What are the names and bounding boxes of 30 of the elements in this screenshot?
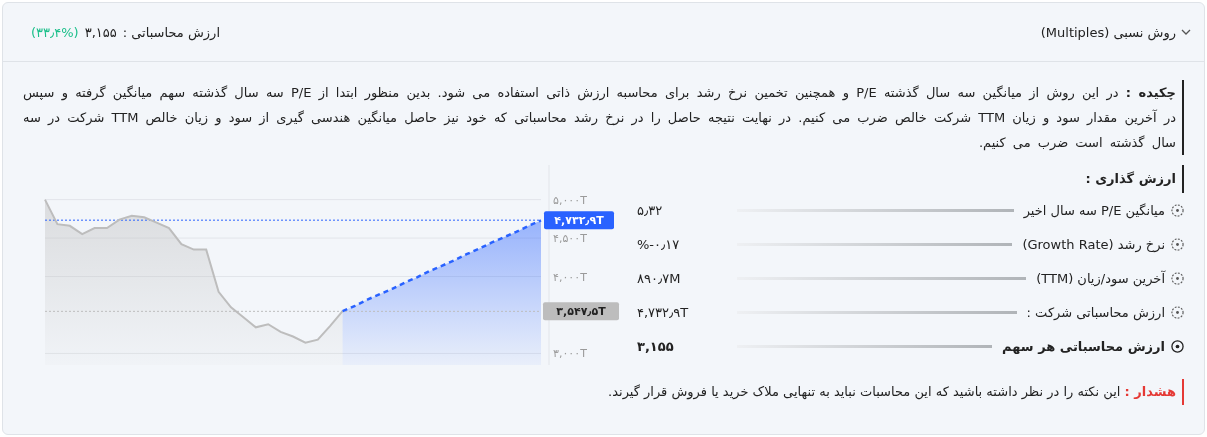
dotted-circle-icon xyxy=(1171,203,1184,217)
row-label: نرخ رشد (Growth Rate) xyxy=(1022,236,1165,252)
row-value: ۳,۱۵۵ xyxy=(637,338,675,354)
row-label: میانگین P/E سه سال اخیر xyxy=(1023,202,1165,218)
row-value: ۸۹۰٫۷M xyxy=(637,270,682,286)
dotted-circle-icon xyxy=(1171,237,1184,251)
axis-label: ۳,۰۰۰T xyxy=(553,347,587,361)
dotted-circle-icon xyxy=(1171,271,1184,285)
axis-label: ۴,۰۰۰T xyxy=(553,270,587,284)
row-value: ۴,۷۳۲٫۹T xyxy=(637,304,690,320)
section-toggle[interactable]: روش نسبی (Multiples) xyxy=(1040,24,1192,40)
target-icon xyxy=(1171,339,1184,353)
row-label: ارزش محاسباتی شرکت : xyxy=(1026,304,1165,320)
row-value: %-۰٫۱۷ xyxy=(637,236,681,252)
warning-text: هشدار : این نکته را در نظر داشته باشید که این محاسبات نباید به تنهایی ملاک خرید یا فروش قرار گیرند. xyxy=(23,379,1184,405)
axis-label: ۴,۵۰۰T xyxy=(553,232,587,246)
row-value: ۵٫۳۲ xyxy=(637,202,664,218)
summary-text: چکیده : در این روش از میانگین سه سال گذشته P/E و همچنین تخمین نرخ رشد برای محاسبه ارزش ذاتی استفاده می شود. بدین منظور ابتدا از P/E سه سال گذشته سهم میانگین گرفته و سپس در آخرین مقدار سود و زیان TTM شرکت خالص ضرب می کنیم. در نهایت نتیجه حاصل را در نرخ رشد محاسباتی که خود نیز حاصل میانگین هندسی گیری از سود و زیان خالص TTM شرکت در سه سال گذشته است ضرب می کنیم. xyxy=(23,80,1184,155)
ref-line-label: ۳,۵۴۷٫۵T xyxy=(556,305,607,319)
dotted-circle-icon xyxy=(1171,305,1184,319)
result-value: ۳,۱۵۵ xyxy=(84,24,117,40)
row-label: ارزش محاسباتی هر سهم xyxy=(1002,338,1165,354)
value-label: ۳,۵۴۷٫۵T xyxy=(543,302,619,321)
axis-label: ۵,۰۰۰T xyxy=(553,193,587,207)
result-label: ارزش محاسباتی : xyxy=(122,24,220,40)
result-change: (۳۳٫۴%) xyxy=(31,24,79,40)
row-label: آخرین سود/زیان (TTM) xyxy=(1036,270,1165,286)
value-label: ۴,۷۳۲٫۹T xyxy=(544,211,614,230)
valuation-title: ارزش گذاری : xyxy=(1085,165,1184,193)
ref-line-label: ۴,۷۳۲٫۹T xyxy=(554,214,605,228)
